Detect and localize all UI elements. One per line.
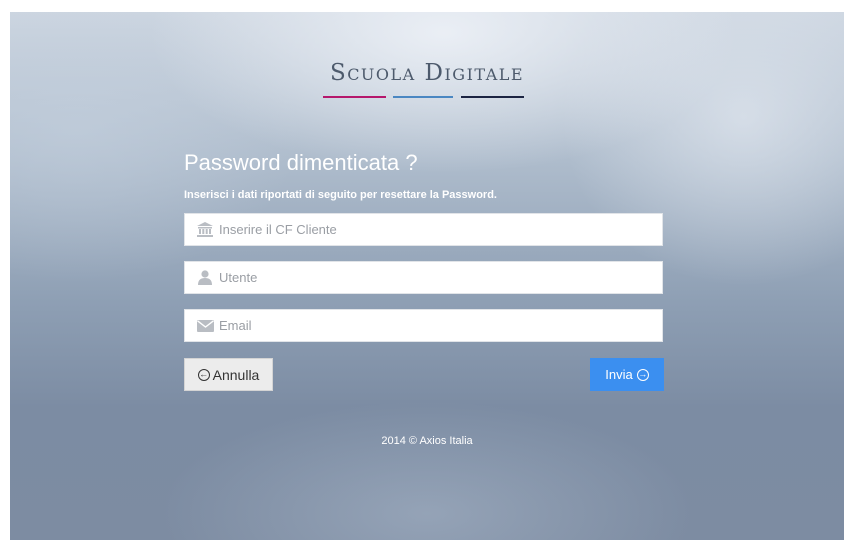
logo-bar-navy bbox=[461, 96, 524, 98]
email-input[interactable] bbox=[219, 310, 662, 341]
email-field bbox=[184, 309, 663, 342]
utente-field bbox=[184, 261, 663, 294]
envelope-icon bbox=[196, 317, 214, 335]
logo-bar-pink bbox=[323, 96, 386, 98]
cancel-button-label: Annulla bbox=[212, 366, 260, 383]
bank-icon bbox=[196, 221, 214, 239]
page-subtitle: Inserisci i dati riportati di seguito pe… bbox=[184, 189, 497, 201]
utente-input[interactable] bbox=[219, 262, 662, 293]
cf-cliente-input[interactable] bbox=[219, 214, 662, 245]
page-title: Password dimenticata ? bbox=[184, 150, 418, 175]
logo-bar-blue bbox=[393, 96, 453, 98]
cancel-button[interactable]: ← Annulla bbox=[184, 358, 273, 391]
login-background: Scuola Digitale Password dimenticata ? I… bbox=[10, 12, 844, 540]
app-logo: Scuola Digitale bbox=[329, 60, 525, 86]
arrow-left-circle-icon: ← bbox=[197, 368, 210, 381]
submit-button[interactable]: Invia → bbox=[590, 358, 664, 391]
user-icon bbox=[196, 269, 214, 287]
arrow-right-circle-icon: → bbox=[636, 368, 649, 381]
cf-cliente-field bbox=[184, 213, 663, 246]
submit-button-label: Invia bbox=[605, 367, 633, 382]
copyright-footer: 2014 © Axios Italia bbox=[381, 435, 473, 447]
